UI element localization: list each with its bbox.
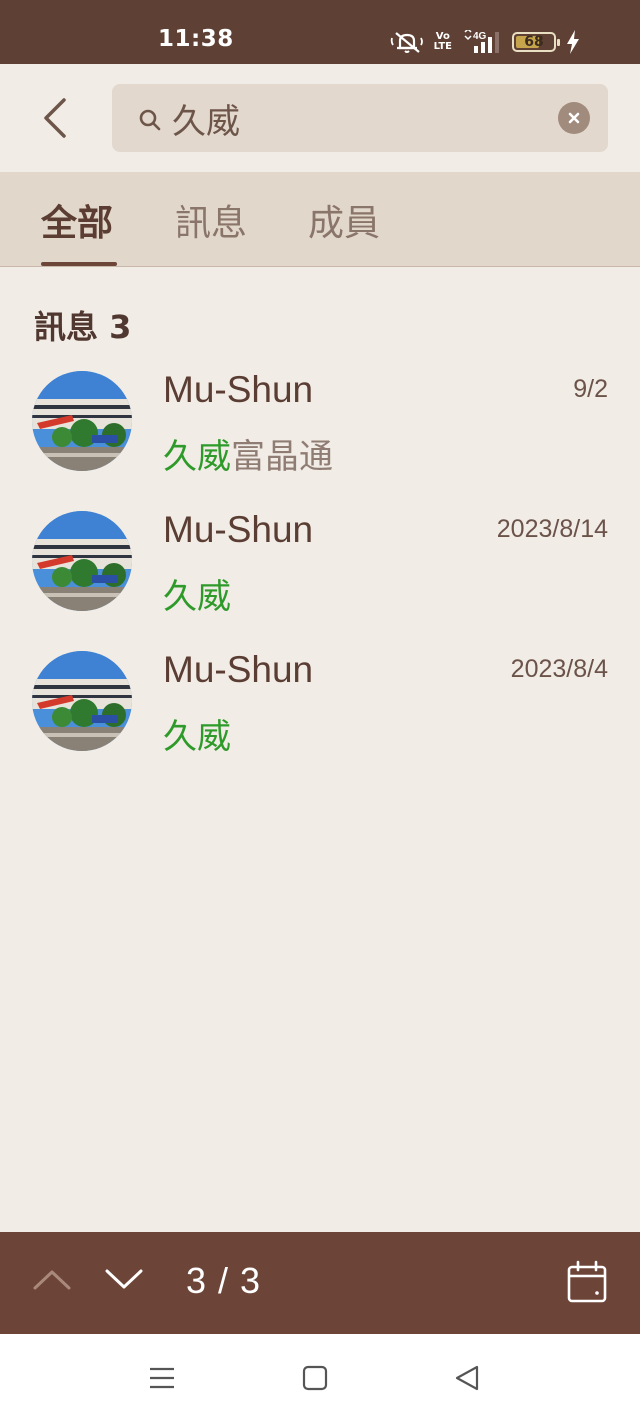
- search-match-highlight: 久威: [163, 717, 231, 757]
- result-preview: 久威: [163, 569, 231, 618]
- calendar-button[interactable]: [566, 1260, 608, 1308]
- search-icon: [138, 108, 162, 136]
- search-box: [112, 84, 608, 152]
- result-sender-name: Mu-Shun: [163, 509, 314, 550]
- list-item[interactable]: Mu-Shun 9/2 久威富晶通: [0, 361, 640, 491]
- avatar: [32, 511, 132, 611]
- result-preview-text: 富晶通: [231, 437, 333, 477]
- status-bar: 11:38 Vo LTE 4G 68: [0, 0, 640, 64]
- list-item[interactable]: Mu-Shun 2023/8/14 久威: [0, 501, 640, 631]
- home-square-icon: [302, 1365, 328, 1391]
- search-match-highlight: 久威: [163, 437, 231, 477]
- search-header: [0, 64, 640, 172]
- section-title: 訊息 3: [34, 308, 132, 346]
- svg-text:4G: 4G: [473, 31, 487, 42]
- menu-icon: [150, 1367, 174, 1389]
- home-button[interactable]: [301, 1364, 329, 1396]
- battery-icon: 68: [512, 32, 560, 52]
- list-item[interactable]: Mu-Shun 2023/8/4 久威: [0, 641, 640, 771]
- close-icon: [568, 112, 580, 124]
- result-sender-name: Mu-Shun: [163, 369, 314, 410]
- result-date: 9/2: [573, 375, 608, 403]
- avatar: [32, 651, 132, 751]
- result-sender-name: Mu-Shun: [163, 649, 314, 690]
- recent-apps-button[interactable]: [148, 1364, 176, 1396]
- chevron-up-icon: [33, 1270, 71, 1290]
- clear-search-button[interactable]: [558, 102, 590, 134]
- result-date: 2023/8/14: [496, 515, 608, 543]
- avatar: [32, 371, 132, 471]
- chevron-down-icon: [105, 1269, 143, 1289]
- previous-result-button[interactable]: [32, 1266, 72, 1296]
- signal-icon: 4G: [462, 30, 502, 54]
- result-preview: 久威: [163, 709, 231, 758]
- result-preview: 久威富晶通: [163, 429, 333, 478]
- mute-icon: [390, 30, 424, 54]
- next-result-button[interactable]: [104, 1266, 144, 1296]
- back-triangle-icon: [455, 1365, 479, 1391]
- search-input[interactable]: [172, 92, 542, 144]
- system-back-button[interactable]: [453, 1364, 481, 1396]
- chevron-left-icon: [44, 98, 66, 138]
- result-date: 2023/8/4: [510, 655, 608, 683]
- charging-icon: [566, 30, 580, 54]
- tab-bar: 全部 訊息 成員: [0, 172, 640, 267]
- tab-messages[interactable]: 訊息: [175, 194, 247, 246]
- search-match-highlight: 久威: [163, 577, 231, 617]
- back-button[interactable]: [36, 96, 76, 140]
- system-navigation-bar: [0, 1334, 640, 1422]
- result-navigation-bar: 3 / 3: [0, 1232, 640, 1334]
- tab-members[interactable]: 成員: [308, 194, 380, 246]
- active-tab-indicator: [41, 262, 117, 266]
- status-time: 11:38: [158, 26, 234, 52]
- tab-all[interactable]: 全部: [41, 194, 113, 246]
- volte-icon: Vo LTE: [433, 31, 452, 52]
- calendar-icon: [567, 1260, 607, 1303]
- status-icons: Vo LTE 4G 68: [390, 30, 580, 54]
- result-counter: 3 / 3: [186, 1260, 262, 1301]
